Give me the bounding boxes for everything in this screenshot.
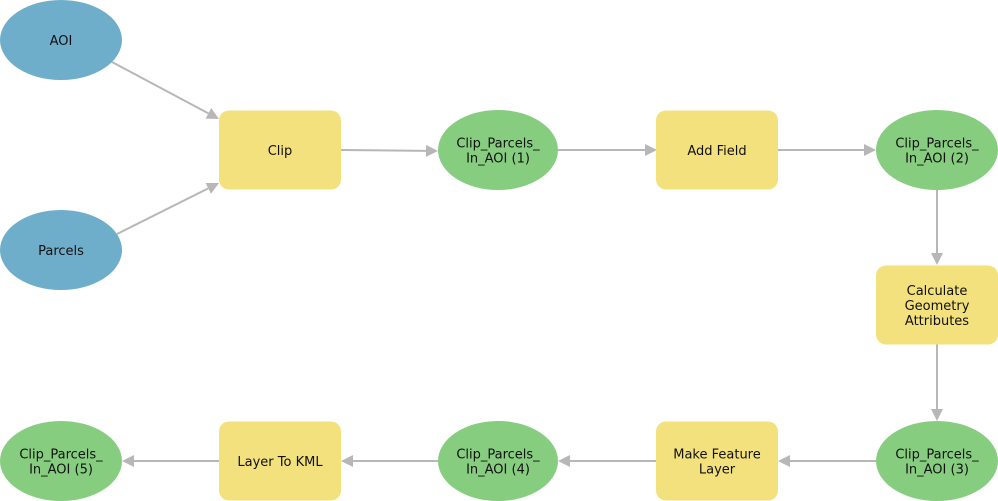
node-label-line: Layer To KML xyxy=(237,455,323,470)
node-label-line: Clip_Parcels_ xyxy=(456,137,540,152)
connector-clip-to-out1[interactable] xyxy=(340,144,438,157)
node-label: Clip_Parcels_ In_AOI (1) xyxy=(456,137,540,167)
node-label: Add Field xyxy=(687,144,746,159)
connector-parcels-to-clip[interactable] xyxy=(116,183,219,235)
connector-out3-to-mfl[interactable] xyxy=(778,455,876,467)
connector-out2-to-calcgeom[interactable] xyxy=(931,190,943,265)
node-label-line: Make Feature xyxy=(673,448,761,463)
node-label: Parcels xyxy=(38,244,84,259)
node-addfield[interactable]: Add Field xyxy=(656,110,778,190)
node-mfl[interactable]: Make Feature Layer xyxy=(656,421,778,501)
node-parcels[interactable]: Parcels xyxy=(0,210,122,290)
node-label: Clip_Parcels_ In_AOI (2) xyxy=(895,137,979,167)
node-label-line: In_AOI (3) xyxy=(905,463,969,478)
node-label-line: Layer xyxy=(699,463,736,478)
connector-out4-to-l2kml[interactable] xyxy=(341,455,438,467)
node-label-line: In_AOI (1) xyxy=(466,152,530,167)
node-label-line: Attributes xyxy=(905,314,969,329)
connector-line xyxy=(340,149,427,152)
node-out5[interactable]: Clip_Parcels_ In_AOI (5) xyxy=(0,421,122,501)
node-label: Clip xyxy=(268,144,293,159)
node-label-line: Clip xyxy=(268,144,293,159)
node-label: Layer To KML xyxy=(237,455,323,470)
node-out1[interactable]: Clip_Parcels_ In_AOI (1) xyxy=(438,110,558,190)
node-l2kml[interactable]: Layer To KML xyxy=(219,421,341,501)
node-label-line: Add Field xyxy=(687,144,746,159)
arrowhead-icon xyxy=(778,455,790,467)
node-calcgeom[interactable]: Calculate Geometry Attributes xyxy=(876,265,998,345)
connector-out1-to-addfield[interactable] xyxy=(558,144,657,156)
connector-line xyxy=(111,61,209,115)
node-label: Calculate Geometry Attributes xyxy=(905,284,970,329)
arrowhead-icon xyxy=(122,455,134,467)
node-label: Clip_Parcels_ In_AOI (5) xyxy=(19,448,103,478)
arrowhead-icon xyxy=(931,253,943,265)
node-clip[interactable]: Clip xyxy=(219,110,341,190)
arrowhead-icon xyxy=(864,144,876,156)
connector-mfl-to-out4[interactable] xyxy=(558,455,657,467)
node-label-line: Clip_Parcels_ xyxy=(895,448,979,463)
connector-l2kml-to-out5[interactable] xyxy=(122,455,219,467)
node-label-line: Geometry xyxy=(905,299,970,314)
node-label: Clip_Parcels_ In_AOI (3) xyxy=(895,448,979,478)
connector-line xyxy=(116,187,209,235)
connector-addfield-to-out2[interactable] xyxy=(778,144,876,156)
node-out4[interactable]: Clip_Parcels_ In_AOI (4) xyxy=(438,421,558,501)
node-label-line: In_AOI (5) xyxy=(29,463,93,478)
arrowhead-icon xyxy=(645,144,657,156)
connector-calcgeom-to-out3[interactable] xyxy=(931,344,943,421)
node-label-line: In_AOI (2) xyxy=(905,152,969,167)
node-label-line: Calculate xyxy=(907,284,968,299)
node-label-line: In_AOI (4) xyxy=(466,463,530,478)
arrowhead-icon xyxy=(558,455,570,467)
nodes-layer: AOIParcelsClip Clip_Parcels_ In_AOI (1) Add… xyxy=(0,0,998,501)
node-label: Clip_Parcels_ In_AOI (4) xyxy=(456,448,540,478)
node-label: AOI xyxy=(50,34,73,49)
node-label-line: Clip_Parcels_ xyxy=(895,137,979,152)
workflow-diagram: AOIParcelsClip Clip_Parcels_ In_AOI (1) Add… xyxy=(0,0,998,501)
node-label-line: Clip_Parcels_ xyxy=(456,448,540,463)
arrowhead-icon xyxy=(425,144,438,157)
node-aoi[interactable]: AOI xyxy=(0,0,122,80)
arrowhead-icon xyxy=(341,455,353,467)
arrowhead-icon xyxy=(931,409,943,421)
node-out3[interactable]: Clip_Parcels_ In_AOI (3) xyxy=(876,421,998,501)
connector-aoi-to-clip[interactable] xyxy=(111,61,219,119)
node-label-line: Clip_Parcels_ xyxy=(19,448,103,463)
node-out2[interactable]: Clip_Parcels_ In_AOI (2) xyxy=(876,110,998,190)
node-label-line: AOI xyxy=(50,34,73,49)
node-label-line: Parcels xyxy=(38,244,84,259)
